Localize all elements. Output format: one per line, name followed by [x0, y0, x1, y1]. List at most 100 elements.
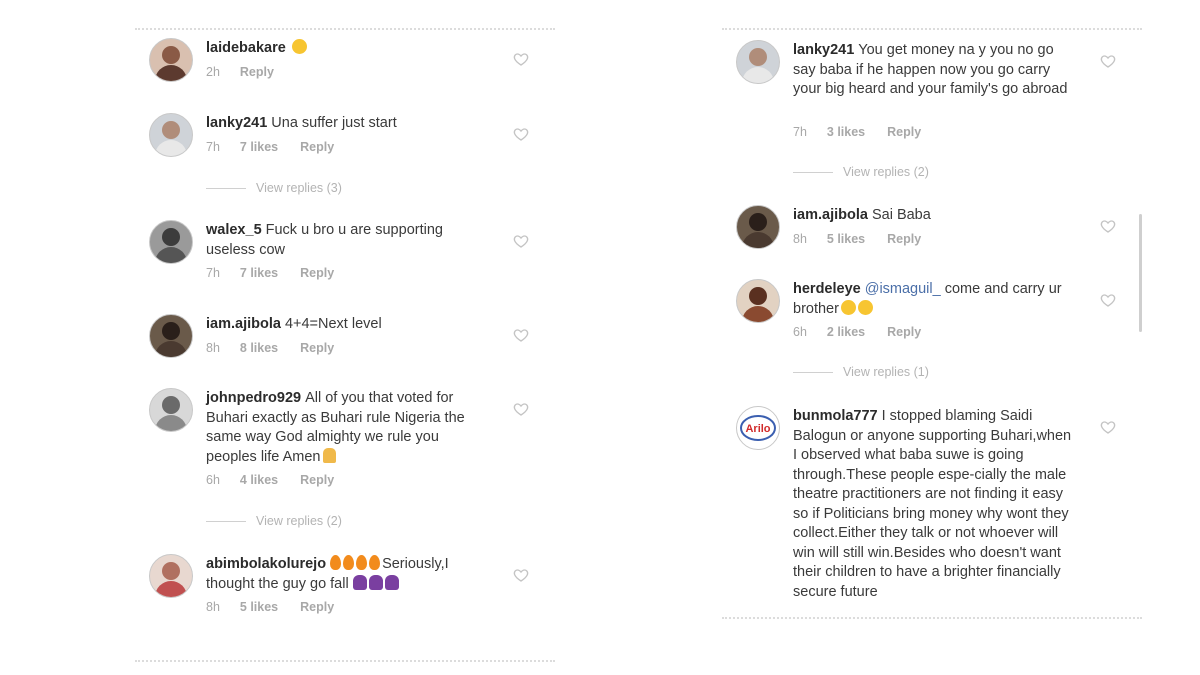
woman-emoji-icon: [352, 574, 367, 590]
comment-meta: 2h Reply: [206, 65, 296, 79]
comment-text: bunmola777 I stopped blaming Saidi Balogu…: [793, 407, 1078, 602]
avatar[interactable]: [736, 279, 780, 323]
likes-count[interactable]: 2 likes: [827, 325, 865, 339]
comment-body: Sai Baba: [871, 207, 931, 223]
comment-body: 4+4=Next level: [284, 316, 382, 332]
reply-button[interactable]: Reply: [300, 266, 334, 280]
comment-time: 6h: [206, 473, 220, 487]
likes-count[interactable]: 8 likes: [240, 341, 278, 355]
comment-meta: 7h 7 likes Reply: [206, 140, 356, 154]
replies-divider: [206, 188, 246, 190]
replies-divider: [793, 372, 833, 374]
comment-time: 7h: [206, 266, 220, 280]
panel-bottom-divider: [135, 660, 555, 662]
avatar[interactable]: [149, 38, 193, 82]
laugh-emoji-icon: [291, 39, 307, 54]
comment-text: herdeleye @ismaguil_ come and carry ur br…: [793, 280, 1078, 319]
comment-meta: 8h 5 likes Reply: [206, 600, 356, 614]
avatar[interactable]: Arilo: [736, 406, 780, 450]
replies-divider: [793, 172, 833, 174]
likes-count[interactable]: 7 likes: [240, 266, 278, 280]
comment-time: 8h: [206, 600, 220, 614]
view-replies-label: View replies (2): [843, 165, 929, 179]
username[interactable]: iam.ajibola: [206, 316, 281, 332]
likes-count[interactable]: 4 likes: [240, 473, 278, 487]
laugh-emoji-icon: [857, 299, 873, 315]
comment-body: I stopped blaming Saidi Balogun or anyon…: [793, 408, 1072, 600]
like-heart-icon[interactable]: [513, 567, 529, 583]
replies-divider: [206, 521, 246, 523]
panel-top-divider: [722, 28, 1142, 30]
view-replies-label: View replies (2): [256, 514, 342, 528]
view-replies-label: View replies (3): [256, 181, 342, 195]
username[interactable]: lanky241: [206, 115, 267, 131]
username[interactable]: iam.ajibola: [793, 207, 868, 223]
like-heart-icon[interactable]: [513, 51, 529, 67]
mention-link[interactable]: @ismaguil_: [865, 281, 941, 297]
like-heart-icon[interactable]: [513, 126, 529, 142]
comment-text: walex_5 Fuck u bro u are supporting usele…: [206, 221, 491, 260]
comment-body: Una suffer just start: [271, 115, 397, 131]
username[interactable]: lanky241: [793, 42, 854, 58]
comments-panel-left: laidebakare 2h Reply lanky241 Una suffer j…: [135, 24, 555, 664]
comment-meta: 8h 5 likes Reply: [793, 232, 943, 246]
comment-text: iam.ajibola Sai Baba: [793, 206, 1078, 226]
scrollbar[interactable]: [1139, 214, 1142, 332]
avatar[interactable]: [149, 388, 193, 432]
reply-button[interactable]: Reply: [300, 600, 334, 614]
comment-meta: 7h 7 likes Reply: [206, 266, 356, 280]
avatar[interactable]: [149, 220, 193, 264]
like-heart-icon[interactable]: [1100, 292, 1116, 308]
reply-button[interactable]: Reply: [300, 473, 334, 487]
avatar[interactable]: [149, 554, 193, 598]
like-heart-icon[interactable]: [513, 401, 529, 417]
username[interactable]: abimbolakolurejo: [206, 556, 326, 572]
username[interactable]: johnpedro929: [206, 390, 301, 406]
username[interactable]: bunmola777: [793, 408, 878, 424]
comment-text: johnpedro929 All of you that voted for Bu…: [206, 389, 491, 467]
avatar[interactable]: [149, 314, 193, 358]
view-replies-label: View replies (1): [843, 365, 929, 379]
fire-emoji-icon: [369, 555, 381, 570]
panel-top-divider: [135, 28, 555, 30]
view-replies-link[interactable]: View replies (3): [206, 181, 342, 195]
like-heart-icon[interactable]: [1100, 53, 1116, 69]
comment-meta: 6h 4 likes Reply: [206, 473, 356, 487]
likes-count[interactable]: 3 likes: [827, 125, 865, 139]
like-heart-icon[interactable]: [1100, 419, 1116, 435]
fire-emoji-icon: [330, 555, 342, 570]
laugh-emoji-icon: [840, 299, 856, 315]
reply-button[interactable]: Reply: [240, 65, 274, 79]
like-heart-icon[interactable]: [513, 327, 529, 343]
view-replies-link[interactable]: View replies (2): [206, 514, 342, 528]
view-replies-link[interactable]: View replies (1): [793, 365, 929, 379]
fire-emoji-icon: [343, 555, 355, 570]
reply-button[interactable]: Reply: [887, 232, 921, 246]
comment-time: 8h: [793, 232, 807, 246]
comment-text: laidebakare: [206, 39, 491, 59]
reply-button[interactable]: Reply: [887, 325, 921, 339]
likes-count[interactable]: 5 likes: [827, 232, 865, 246]
comments-panel-right: lanky241 You get money na y you no go say…: [722, 24, 1142, 624]
username[interactable]: walex_5: [206, 222, 262, 238]
username[interactable]: herdeleye: [793, 281, 861, 297]
like-heart-icon[interactable]: [1100, 218, 1116, 234]
comment-text: abimbolakolurejo Seriously,I thought the …: [206, 555, 491, 594]
view-replies-link[interactable]: View replies (2): [793, 165, 929, 179]
avatar[interactable]: [149, 113, 193, 157]
comment-meta: 7h 3 likes Reply: [793, 125, 943, 139]
likes-count[interactable]: 7 likes: [240, 140, 278, 154]
woman-emoji-icon: [384, 574, 399, 590]
reply-button[interactable]: Reply: [300, 341, 334, 355]
username[interactable]: laidebakare: [206, 40, 286, 56]
panel-bottom-divider: [722, 617, 1142, 619]
likes-count[interactable]: 5 likes: [240, 600, 278, 614]
avatar[interactable]: [736, 205, 780, 249]
avatar[interactable]: [736, 40, 780, 84]
praying-hands-emoji-icon: [323, 447, 337, 463]
like-heart-icon[interactable]: [513, 233, 529, 249]
reply-button[interactable]: Reply: [300, 140, 334, 154]
avatar-logo-text: Arilo: [745, 423, 770, 435]
comment-text: lanky241 Una suffer just start: [206, 114, 491, 134]
reply-button[interactable]: Reply: [887, 125, 921, 139]
